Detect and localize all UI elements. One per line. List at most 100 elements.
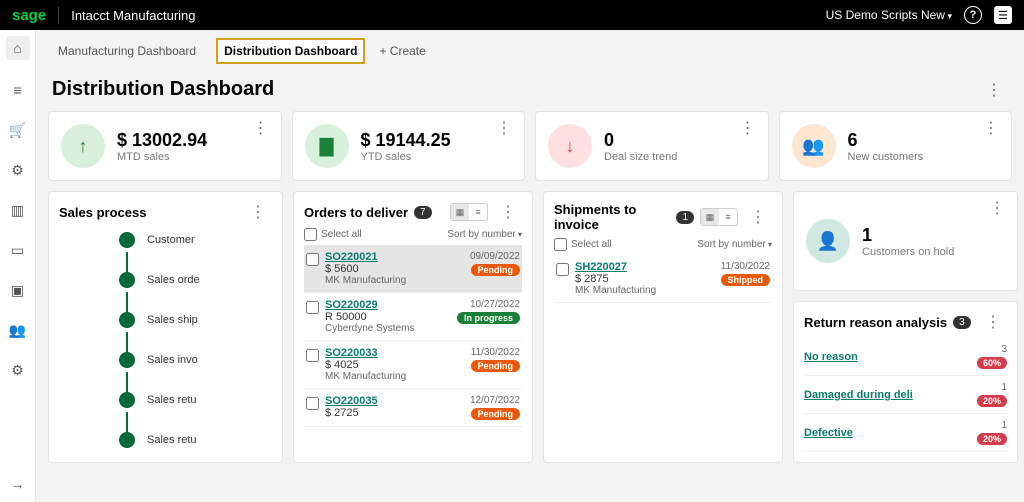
- panel-menu-icon[interactable]: ⋮: [494, 202, 522, 222]
- home-icon[interactable]: ⌂: [6, 36, 30, 60]
- step-label: Sales retu: [147, 434, 197, 446]
- select-all-label: Select all: [571, 239, 612, 250]
- return-count: 1: [977, 420, 1007, 431]
- chart-icon[interactable]: ▥: [8, 200, 28, 220]
- order-link[interactable]: SO220021: [325, 251, 470, 263]
- menu-icon[interactable]: ≡: [8, 80, 28, 100]
- app-title: Intacct Manufacturing: [59, 8, 825, 23]
- list-view-icon[interactable]: ≡: [719, 209, 737, 225]
- order-item[interactable]: SO220021 $ 5600 MK Manufacturing 09/09/2…: [304, 245, 522, 293]
- step-dot[interactable]: [119, 352, 135, 368]
- select-all-checkbox[interactable]: [304, 228, 317, 241]
- tab-manufacturing[interactable]: Manufacturing Dashboard: [52, 40, 202, 62]
- sort-dropdown[interactable]: Sort by number: [697, 239, 772, 250]
- panel-menu-icon[interactable]: ⋮: [244, 202, 272, 222]
- return-row[interactable]: Defective 1 20%: [804, 414, 1007, 452]
- context-dropdown[interactable]: US Demo Scripts New: [826, 8, 952, 22]
- org-icon[interactable]: ⚙: [8, 160, 28, 180]
- card-icon[interactable]: ▭: [8, 240, 28, 260]
- order-date: 10/27/2022: [457, 299, 520, 310]
- kpi-label: Customers on hold: [862, 246, 954, 258]
- order-link[interactable]: SO220029: [325, 299, 457, 311]
- up-arrow-icon: ↑: [61, 124, 105, 168]
- people-icon[interactable]: 👥: [8, 320, 28, 340]
- return-reason-link[interactable]: Damaged during deli: [804, 389, 977, 401]
- order-amount: $ 2725: [325, 407, 470, 419]
- step-dot[interactable]: [119, 392, 135, 408]
- kpi-deal-trend: ⋮ ↓ 0 Deal size trend: [535, 111, 769, 181]
- tab-distribution[interactable]: Distribution Dashboard: [216, 38, 365, 64]
- kpi-new-customers: ⋮ 👥 6 New customers: [779, 111, 1013, 181]
- step-label: Customer: [147, 234, 195, 246]
- shipment-item[interactable]: SH220027 $ 2875 MK Manufacturing 11/30/2…: [554, 255, 772, 303]
- kpi-menu-icon[interactable]: ⋮: [983, 198, 1011, 218]
- kpi-menu-icon[interactable]: ⋮: [490, 118, 518, 138]
- panel-menu-icon[interactable]: ⋮: [979, 312, 1007, 332]
- orders-panel: Orders to deliver 7 ▦≡ ⋮ Select all Sort…: [293, 191, 533, 463]
- return-row[interactable]: Damaged during deli 1 20%: [804, 376, 1007, 414]
- person-icon: 👤: [806, 219, 850, 263]
- help-icon[interactable]: ?: [964, 6, 982, 24]
- select-all-label: Select all: [321, 229, 362, 240]
- step-dot[interactable]: [119, 232, 135, 248]
- user-icon[interactable]: ☰: [994, 6, 1012, 24]
- box-icon[interactable]: ▣: [8, 280, 28, 300]
- logo: sage: [12, 7, 59, 24]
- page-menu-icon[interactable]: ⋮: [980, 80, 1008, 100]
- grid-view-icon[interactable]: ▦: [451, 204, 469, 220]
- shipment-amount: $ 2875: [575, 273, 721, 285]
- order-amount: R 50000: [325, 311, 457, 323]
- count-badge: 3: [953, 316, 971, 329]
- count-badge: 7: [414, 206, 432, 219]
- create-button[interactable]: + Create: [379, 44, 425, 58]
- topbar-right: US Demo Scripts New ? ☰: [826, 6, 1012, 24]
- return-count: 3: [977, 344, 1007, 355]
- shipment-link[interactable]: SH220027: [575, 261, 721, 273]
- people-icon: 👥: [792, 124, 836, 168]
- grid-view-icon[interactable]: ▦: [701, 209, 719, 225]
- return-row[interactable]: No reason 3 60%: [804, 338, 1007, 376]
- status-badge: In progress: [457, 312, 520, 324]
- order-checkbox[interactable]: [306, 349, 319, 362]
- return-reason-link[interactable]: Defective: [804, 427, 977, 439]
- kpi-menu-icon[interactable]: ⋮: [977, 118, 1005, 138]
- kpi-menu-icon[interactable]: ⋮: [247, 118, 275, 138]
- step-label: Sales invo: [147, 354, 198, 366]
- kpi-menu-icon[interactable]: ⋮: [734, 118, 762, 138]
- step-dot[interactable]: [119, 312, 135, 328]
- shipments-panel: Shipments to invoice 1 ▦≡ ⋮ Select all S…: [543, 191, 783, 463]
- order-checkbox[interactable]: [306, 397, 319, 410]
- order-item[interactable]: SO220033 $ 4025 MK Manufacturing 11/30/2…: [304, 341, 522, 389]
- down-arrow-icon: ↓: [548, 124, 592, 168]
- view-toggle[interactable]: ▦≡: [450, 203, 488, 221]
- panel-title: Return reason analysis: [804, 315, 947, 330]
- kpi-customers-hold: ⋮ 👤 1 Customers on hold: [793, 191, 1018, 291]
- order-link[interactable]: SO220033: [325, 347, 471, 359]
- select-all-checkbox[interactable]: [554, 238, 567, 251]
- order-vendor: Cyberdyne Systems: [325, 323, 457, 334]
- shipment-vendor: MK Manufacturing: [575, 285, 721, 296]
- order-link[interactable]: SO220035: [325, 395, 470, 407]
- sales-process-panel: Sales process ⋮ Customer Sales orde Sale…: [48, 191, 283, 463]
- sort-dropdown[interactable]: Sort by number: [447, 229, 522, 240]
- gear-icon[interactable]: ⚙: [8, 360, 28, 380]
- order-date: 12/07/2022: [470, 395, 520, 406]
- return-reason-link[interactable]: No reason: [804, 351, 977, 363]
- order-item[interactable]: SO220029 R 50000 Cyberdyne Systems 10/27…: [304, 293, 522, 341]
- shipment-checkbox[interactable]: [556, 263, 569, 276]
- step-dot[interactable]: [119, 432, 135, 448]
- view-toggle[interactable]: ▦≡: [700, 208, 738, 226]
- kpi-label: New customers: [848, 151, 924, 163]
- arrow-right-icon[interactable]: →: [8, 474, 28, 494]
- order-checkbox[interactable]: [306, 253, 319, 266]
- kpi-value: $ 19144.25: [361, 130, 451, 151]
- order-item[interactable]: SO220035 $ 2725 12/07/2022 Pending: [304, 389, 522, 427]
- cart-icon[interactable]: 🛒: [8, 120, 28, 140]
- bars-icon: ▇: [305, 124, 349, 168]
- kpi-label: MTD sales: [117, 151, 207, 163]
- list-view-icon[interactable]: ≡: [469, 204, 487, 220]
- step-dot[interactable]: [119, 272, 135, 288]
- order-checkbox[interactable]: [306, 301, 319, 314]
- panel-menu-icon[interactable]: ⋮: [744, 207, 772, 227]
- sidebar: ⌂ ≡ 🛒 ⚙ ▥ ▭ ▣ 👥 ⚙ →: [0, 30, 36, 502]
